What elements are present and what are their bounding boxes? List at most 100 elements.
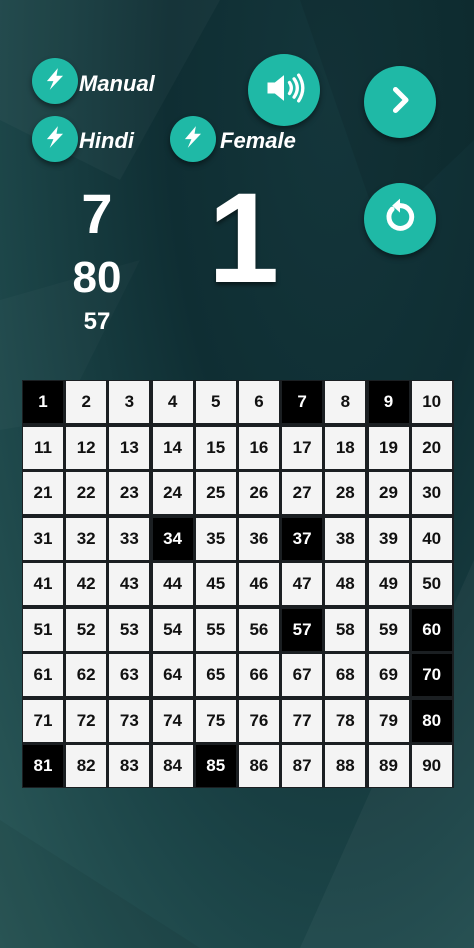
board-cell: 8 bbox=[325, 381, 366, 423]
board-cell: 85 bbox=[195, 745, 236, 787]
manual-mode-button[interactable] bbox=[32, 58, 78, 104]
board-cell: 22 bbox=[66, 472, 107, 514]
lightning-bolt-icon bbox=[42, 124, 68, 155]
board-cell: 27 bbox=[282, 472, 323, 514]
manual-mode-label: Manual bbox=[79, 71, 155, 96]
board-cell: 26 bbox=[238, 472, 279, 514]
board-cell: 46 bbox=[238, 563, 279, 605]
board-cell: 54 bbox=[152, 608, 193, 651]
board-cell: 42 bbox=[66, 563, 107, 605]
board-cell: 76 bbox=[238, 699, 279, 742]
board-cell: 5 bbox=[195, 381, 236, 423]
board-cell: 51 bbox=[23, 608, 63, 651]
board-cell: 1 bbox=[23, 381, 63, 423]
board-cell: 35 bbox=[195, 517, 236, 560]
board-cell: 74 bbox=[152, 699, 193, 742]
refresh-icon bbox=[379, 196, 421, 243]
board-cell: 34 bbox=[152, 517, 193, 560]
board-cell: 30 bbox=[411, 472, 452, 514]
board-cell: 33 bbox=[109, 517, 150, 560]
board-cell: 49 bbox=[368, 563, 409, 605]
board-cell: 32 bbox=[66, 517, 107, 560]
board-cell: 72 bbox=[66, 699, 107, 742]
board-cell: 73 bbox=[109, 699, 150, 742]
board-cell: 48 bbox=[325, 563, 366, 605]
reset-button[interactable] bbox=[364, 183, 436, 255]
voice-label: Female bbox=[220, 128, 296, 153]
board-cell: 12 bbox=[66, 426, 107, 469]
board-cell: 78 bbox=[325, 699, 366, 742]
current-number: 1 bbox=[208, 167, 280, 310]
board-cell: 82 bbox=[66, 745, 107, 787]
board-cell: 62 bbox=[66, 654, 107, 696]
board-cell: 69 bbox=[368, 654, 409, 696]
board-cell: 18 bbox=[325, 426, 366, 469]
board-cell: 58 bbox=[325, 608, 366, 651]
board-cell: 66 bbox=[238, 654, 279, 696]
board-cell: 52 bbox=[66, 608, 107, 651]
board-cell: 65 bbox=[195, 654, 236, 696]
board-cell: 37 bbox=[282, 517, 323, 560]
board-cell: 71 bbox=[23, 699, 63, 742]
board-cell: 47 bbox=[282, 563, 323, 605]
language-button[interactable] bbox=[32, 116, 78, 162]
board-cell: 80 bbox=[411, 699, 452, 742]
board-cell: 57 bbox=[282, 608, 323, 651]
board-cell: 10 bbox=[411, 381, 452, 423]
board-cell: 87 bbox=[282, 745, 323, 787]
voice-button[interactable] bbox=[170, 116, 216, 162]
board-cell: 14 bbox=[152, 426, 193, 469]
board-cell: 63 bbox=[109, 654, 150, 696]
board-cell: 28 bbox=[325, 472, 366, 514]
board-cell: 29 bbox=[368, 472, 409, 514]
lightning-bolt-icon bbox=[180, 124, 206, 155]
board-cell: 6 bbox=[238, 381, 279, 423]
board-cell: 36 bbox=[238, 517, 279, 560]
previous-number-1: 7 bbox=[81, 182, 113, 245]
board-cell: 21 bbox=[23, 472, 63, 514]
board-cell: 86 bbox=[238, 745, 279, 787]
chevron-right-icon bbox=[382, 82, 418, 123]
board-cell: 70 bbox=[411, 654, 452, 696]
board-cell: 43 bbox=[109, 563, 150, 605]
board-cell: 4 bbox=[152, 381, 193, 423]
board-cell: 15 bbox=[195, 426, 236, 469]
board-cell: 38 bbox=[325, 517, 366, 560]
board-cell: 39 bbox=[368, 517, 409, 560]
board-cell: 64 bbox=[152, 654, 193, 696]
board-cell: 17 bbox=[282, 426, 323, 469]
board-cell: 50 bbox=[411, 563, 452, 605]
board-cell: 79 bbox=[368, 699, 409, 742]
board-cell: 90 bbox=[411, 745, 452, 787]
board-cell: 88 bbox=[325, 745, 366, 787]
board-cell: 2 bbox=[66, 381, 107, 423]
board-cell: 9 bbox=[368, 381, 409, 423]
board-cell: 7 bbox=[282, 381, 323, 423]
board-cell: 53 bbox=[109, 608, 150, 651]
next-number-button[interactable] bbox=[364, 66, 436, 138]
board-cell: 31 bbox=[23, 517, 63, 560]
board-cell: 44 bbox=[152, 563, 193, 605]
board-cell: 13 bbox=[109, 426, 150, 469]
lightning-bolt-icon bbox=[42, 66, 68, 97]
board-cell: 20 bbox=[411, 426, 452, 469]
board-cell: 77 bbox=[282, 699, 323, 742]
board-cell: 68 bbox=[325, 654, 366, 696]
board-cell: 59 bbox=[368, 608, 409, 651]
board-cell: 23 bbox=[109, 472, 150, 514]
board-cell: 40 bbox=[411, 517, 452, 560]
board-cell: 67 bbox=[282, 654, 323, 696]
board-cell: 16 bbox=[238, 426, 279, 469]
board-cell: 60 bbox=[411, 608, 452, 651]
board-cell: 45 bbox=[195, 563, 236, 605]
board-cell: 83 bbox=[109, 745, 150, 787]
board-cell: 19 bbox=[368, 426, 409, 469]
sound-button[interactable] bbox=[248, 54, 320, 126]
board-cell: 61 bbox=[23, 654, 63, 696]
board-cell: 24 bbox=[152, 472, 193, 514]
board-cell: 75 bbox=[195, 699, 236, 742]
board-cell: 89 bbox=[368, 745, 409, 787]
board-cell: 81 bbox=[23, 745, 63, 787]
board-cell: 41 bbox=[23, 563, 63, 605]
board-cell: 56 bbox=[238, 608, 279, 651]
